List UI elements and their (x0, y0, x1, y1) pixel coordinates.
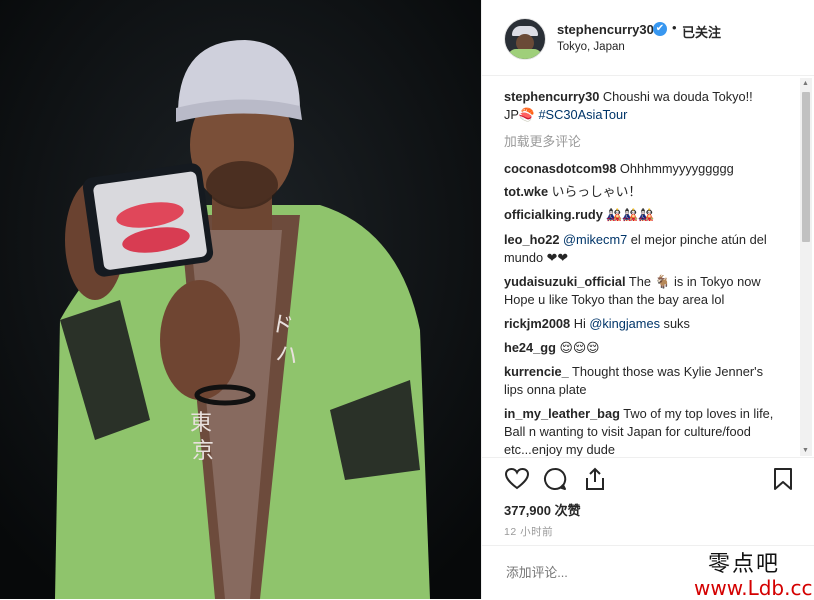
comment-item: in_my_leather_bag Two of my top loves in… (504, 405, 784, 456)
svg-text:東: 東 (190, 411, 212, 436)
comment-username[interactable]: coconasdotcom98 (504, 161, 616, 176)
comment-text-tail: suks (659, 316, 690, 331)
svg-text:ハ: ハ (274, 341, 300, 369)
watermark-url: www.Ldb.cc (694, 576, 813, 600)
comment-item: coconasdotcom98 Ohhhmmyyyyggggg (504, 160, 784, 178)
comment-username[interactable]: leo_ho22 (504, 232, 559, 247)
following-button[interactable]: 已关注 (682, 22, 721, 41)
comment-text: いらっしゃい！ (548, 184, 642, 199)
author-username[interactable]: stephencurry30 (557, 22, 654, 37)
comment-item: rickjm2008 Hi @kingjames suks (504, 315, 784, 333)
photo-illustration: ド ハ 東 京 (0, 0, 481, 599)
divider (482, 457, 814, 458)
comment-username[interactable]: yudaisuzuki_official (504, 274, 626, 289)
comment-username[interactable]: tot.wke (504, 184, 548, 199)
avatar[interactable] (504, 18, 546, 60)
comment-username[interactable]: he24_gg (504, 340, 556, 355)
scrollbar-thumb[interactable] (802, 92, 810, 242)
comment-text: Ohhhmmyyyyggggg (616, 161, 734, 176)
comment-item: tot.wke いらっしゃい！ (504, 183, 784, 201)
caption-username[interactable]: stephencurry30 (504, 89, 599, 104)
comment-item: leo_ho22 @mikecm7 el mejor pinche atún d… (504, 231, 784, 267)
comment-icon[interactable] (542, 466, 568, 492)
post-actions (502, 464, 802, 494)
post-photo[interactable]: ド ハ 東 京 (0, 0, 481, 599)
comment-item: yudaisuzuki_official The 🐐 is in Tokyo n… (504, 273, 784, 309)
svg-text:ド: ド (269, 311, 295, 339)
verified-badge-icon: ✔ (653, 22, 667, 36)
scroll-up-icon[interactable]: ▲ (802, 80, 809, 87)
location-link[interactable]: Tokyo, Japan (557, 41, 625, 53)
separator-dot: • (672, 20, 677, 35)
share-icon[interactable] (582, 466, 608, 492)
likes-count[interactable]: 377,900 次赞 (504, 500, 581, 519)
caption-hashtag[interactable]: #SC30AsiaTour (538, 107, 627, 122)
bookmark-icon[interactable] (770, 466, 796, 492)
post-side-panel: stephencurry30 ✔ • 已关注 Tokyo, Japan step… (481, 0, 814, 600)
comment-username[interactable]: kurrencie_ (504, 364, 569, 379)
scroll-down-icon[interactable]: ▼ (802, 447, 809, 454)
comment-username[interactable]: rickjm2008 (504, 316, 570, 331)
post-timestamp[interactable]: 12 小时前 (504, 524, 553, 539)
comments-list[interactable]: stephencurry30 Choushi wa douda Tokyo!! … (504, 80, 790, 456)
caption-prefix: JP🍣 (504, 107, 539, 122)
comment-item: kurrencie_ Thought those was Kylie Jenne… (504, 363, 784, 399)
post-caption: stephencurry30 Choushi wa douda Tokyo!! … (504, 88, 790, 124)
add-comment-input[interactable] (504, 564, 688, 581)
divider (482, 75, 814, 76)
comment-text: Hi (570, 316, 590, 331)
comment-username[interactable]: in_my_leather_bag (504, 406, 620, 421)
post-header: stephencurry30 ✔ • 已关注 Tokyo, Japan (504, 14, 799, 74)
svg-text:京: 京 (192, 439, 214, 464)
comment-username[interactable]: officialking.rudy (504, 207, 603, 222)
comment-mention[interactable]: @kingjames (589, 316, 660, 331)
caption-text: Choushi wa douda Tokyo!! (599, 89, 753, 104)
comment-item: he24_gg 😌😌😌 (504, 339, 784, 357)
comment-text: 🎎🎎🎎 (602, 207, 655, 222)
comment-item: officialking.rudy 🎎🎎🎎 (504, 206, 784, 224)
comments-scrollbar[interactable]: ▲ ▼ (800, 78, 812, 456)
comment-mention[interactable]: @mikecm7 (559, 232, 627, 247)
heart-icon[interactable] (504, 466, 530, 492)
load-more-comments-button[interactable]: 加载更多评论 (504, 133, 581, 151)
comment-text: 😌😌😌 (555, 340, 600, 355)
watermark-text: 零点吧 (708, 552, 781, 577)
